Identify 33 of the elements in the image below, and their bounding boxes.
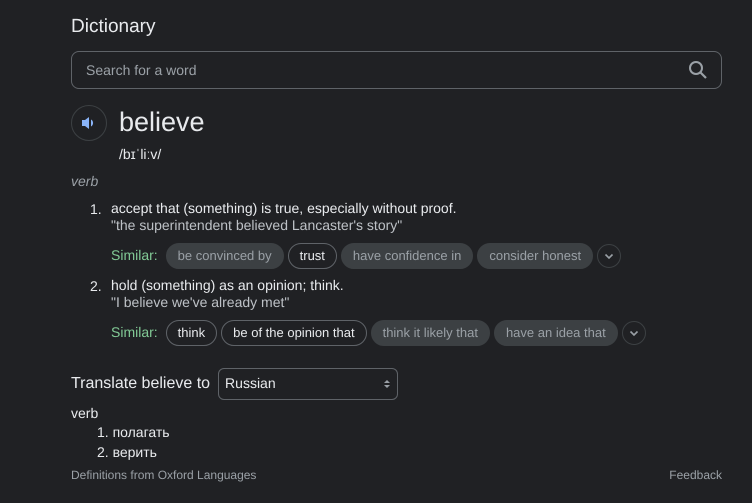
source-credit: Definitions from Oxford Languages <box>71 466 256 484</box>
part-of-speech: verb <box>71 172 100 192</box>
translate-label: Translate believe to <box>71 374 210 394</box>
synonym-chip[interactable]: be convinced by <box>166 242 284 269</box>
translation: 2. верить <box>96 442 158 462</box>
language-select[interactable]: Russian <box>218 368 398 400</box>
definition: accept that (something) is true, especially without proof. <box>111 200 458 218</box>
pronunciation: /bɪˈliːv/ <box>119 144 162 164</box>
search-icon[interactable] <box>688 60 708 80</box>
example-sentence: "the superintendent believed Lancaster's story" <box>111 217 404 235</box>
synonym-chip[interactable]: trust <box>288 242 337 269</box>
example-sentence: "I believe we've already met" <box>111 294 290 312</box>
sense-number: 1. <box>90 200 103 219</box>
search-field[interactable]: Search for a word <box>71 50 722 89</box>
similar-label: Similar: <box>111 322 158 342</box>
headword: believe <box>119 108 205 138</box>
synonym-chip[interactable]: be of the opinion that <box>221 320 367 346</box>
synonym-chip[interactable]: have an idea that <box>494 320 618 346</box>
sense-number: 2. <box>90 276 103 296</box>
synonym-chip[interactable]: have confidence in <box>340 242 474 269</box>
similar-label: Similar: <box>111 246 158 265</box>
synonym-chip[interactable]: consider honest <box>477 242 594 269</box>
part-of-speech: verb <box>71 404 100 423</box>
translation: 1. полагать <box>96 423 171 442</box>
synonym-chip[interactable]: think it likely that <box>370 320 490 346</box>
expand-button[interactable] <box>597 244 622 268</box>
up-down-arrows-icon <box>383 378 392 390</box>
speaker-button[interactable] <box>71 104 107 141</box>
definition: hold (something) as an opinion; think. <box>111 276 345 294</box>
synonym-chip[interactable]: think <box>166 320 218 346</box>
section-title: Dictionary <box>71 15 156 39</box>
feedback-link[interactable]: Feedback <box>669 466 722 484</box>
expand-button[interactable] <box>622 320 646 345</box>
